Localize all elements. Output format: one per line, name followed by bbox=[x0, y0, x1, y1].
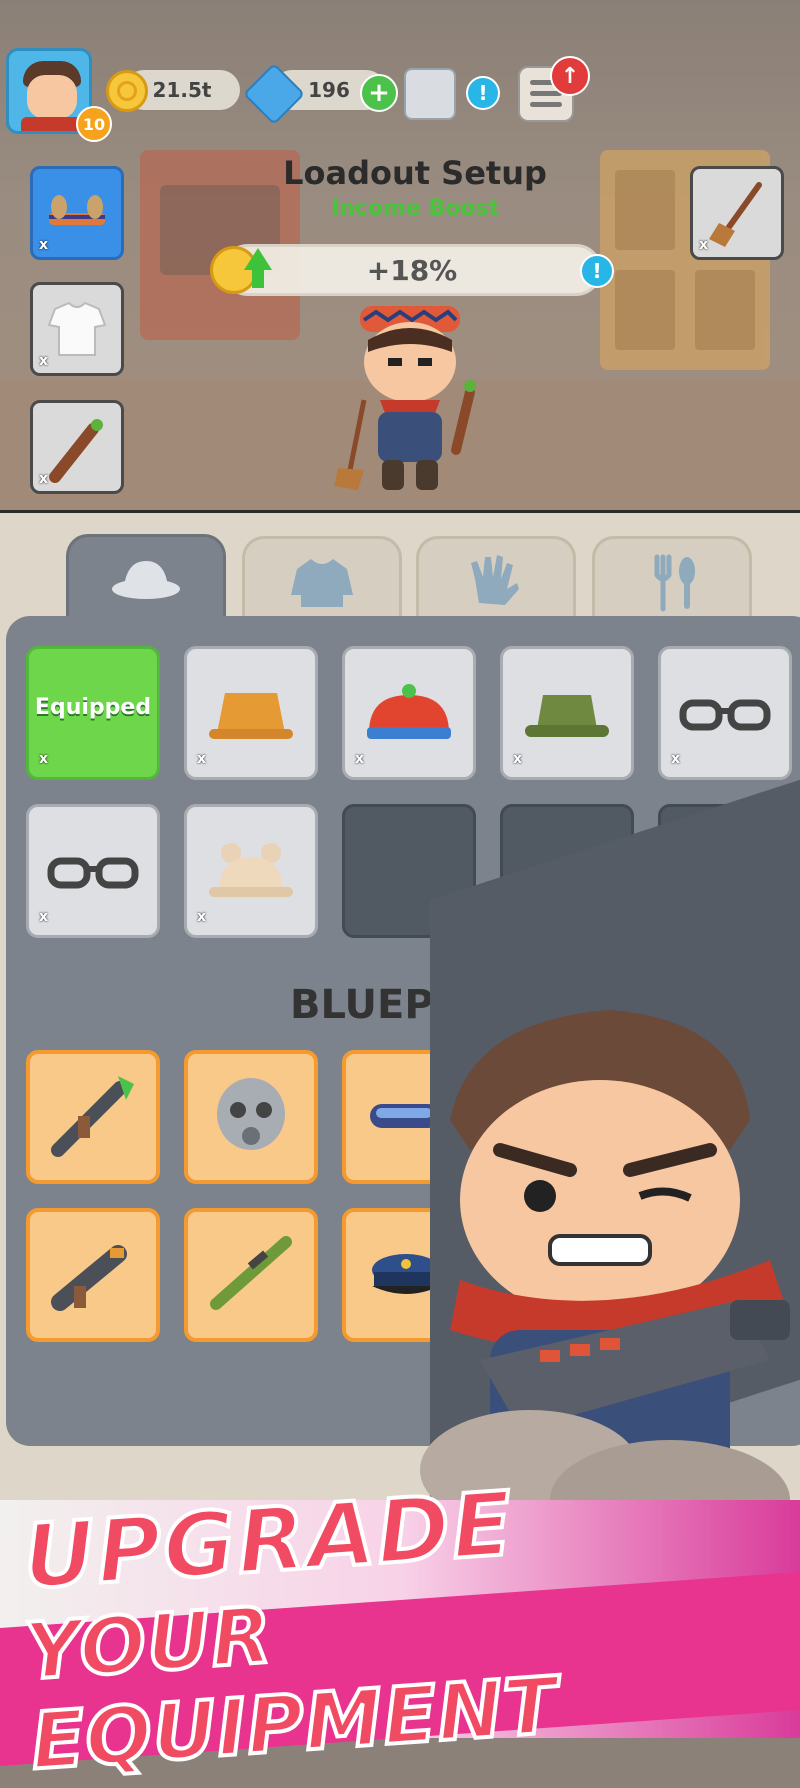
blueprint-item[interactable] bbox=[26, 1050, 160, 1184]
upgrade-arrow-icon: ↑ bbox=[550, 56, 590, 96]
item-marker: x bbox=[513, 751, 523, 767]
tab-utensils[interactable] bbox=[592, 536, 752, 626]
page-subtitle: Income Boost bbox=[330, 196, 500, 221]
inventory-item[interactable]: x bbox=[658, 646, 792, 780]
slot-accessory[interactable]: x bbox=[690, 166, 784, 260]
item-marker: x bbox=[355, 751, 365, 767]
blueprint-item[interactable] bbox=[184, 1208, 318, 1342]
bear-hat-icon bbox=[209, 843, 293, 897]
shirt-icon bbox=[291, 559, 353, 607]
blueprint-item[interactable] bbox=[184, 1050, 318, 1184]
income-boost-bar: +18% bbox=[222, 244, 602, 296]
glove-icon bbox=[471, 555, 519, 605]
army-hat-icon bbox=[525, 695, 609, 737]
slot-weapon[interactable]: x bbox=[30, 400, 124, 494]
tab-gloves[interactable] bbox=[416, 536, 576, 626]
player-level-badge: 10 bbox=[76, 106, 112, 142]
rocket-launcher-icon bbox=[51, 1076, 134, 1157]
tab-shirts[interactable] bbox=[242, 536, 402, 626]
coin-value: 21.5t bbox=[152, 78, 212, 102]
chinese-cap-icon bbox=[367, 684, 451, 739]
page-title: Loadout Setup bbox=[283, 154, 547, 192]
item-marker: x bbox=[39, 909, 49, 925]
slot-marker: x bbox=[39, 353, 49, 369]
info-alert-icon[interactable]: ! bbox=[466, 76, 500, 110]
bucket-hat-icon bbox=[209, 693, 293, 739]
slot-marker: x bbox=[39, 471, 49, 487]
slot-marker: x bbox=[39, 237, 49, 253]
add-gems-button[interactable]: + bbox=[360, 74, 398, 112]
character-preview bbox=[334, 306, 476, 490]
boost-info-icon[interactable]: ! bbox=[580, 254, 614, 288]
item-marker: x bbox=[671, 751, 681, 767]
slot-marker: x bbox=[699, 237, 709, 253]
inventory-item[interactable]: x bbox=[342, 646, 476, 780]
item-marker: x bbox=[197, 909, 207, 925]
boost-value: +18% bbox=[366, 253, 458, 287]
inventory-item[interactable]: x bbox=[184, 804, 318, 938]
utensils-icon bbox=[654, 554, 695, 612]
gem-value: 196 bbox=[308, 78, 350, 102]
glasses-icon bbox=[679, 699, 771, 731]
tab-hats[interactable] bbox=[66, 534, 226, 624]
inventory-item-equipped[interactable]: Equipped x bbox=[26, 646, 160, 780]
inventory-item[interactable]: x bbox=[500, 646, 634, 780]
ticket-icon[interactable] bbox=[404, 68, 456, 120]
inventory-item[interactable]: x bbox=[184, 646, 318, 780]
heavy-gun-icon bbox=[51, 1245, 127, 1311]
slot-hat[interactable]: x bbox=[30, 166, 124, 260]
item-marker: x bbox=[197, 751, 207, 767]
blueprint-item[interactable] bbox=[26, 1208, 160, 1342]
slot-shirt[interactable]: x bbox=[30, 282, 124, 376]
hat-icon bbox=[112, 561, 180, 599]
gas-mask-icon bbox=[217, 1078, 285, 1150]
item-marker: x bbox=[39, 751, 49, 767]
sniper-rifle-icon bbox=[210, 1236, 292, 1310]
glasses-icon bbox=[47, 857, 139, 889]
equipped-label: Equipped bbox=[34, 695, 152, 720]
inventory-item[interactable]: x bbox=[26, 804, 160, 938]
coin-icon bbox=[106, 70, 148, 112]
